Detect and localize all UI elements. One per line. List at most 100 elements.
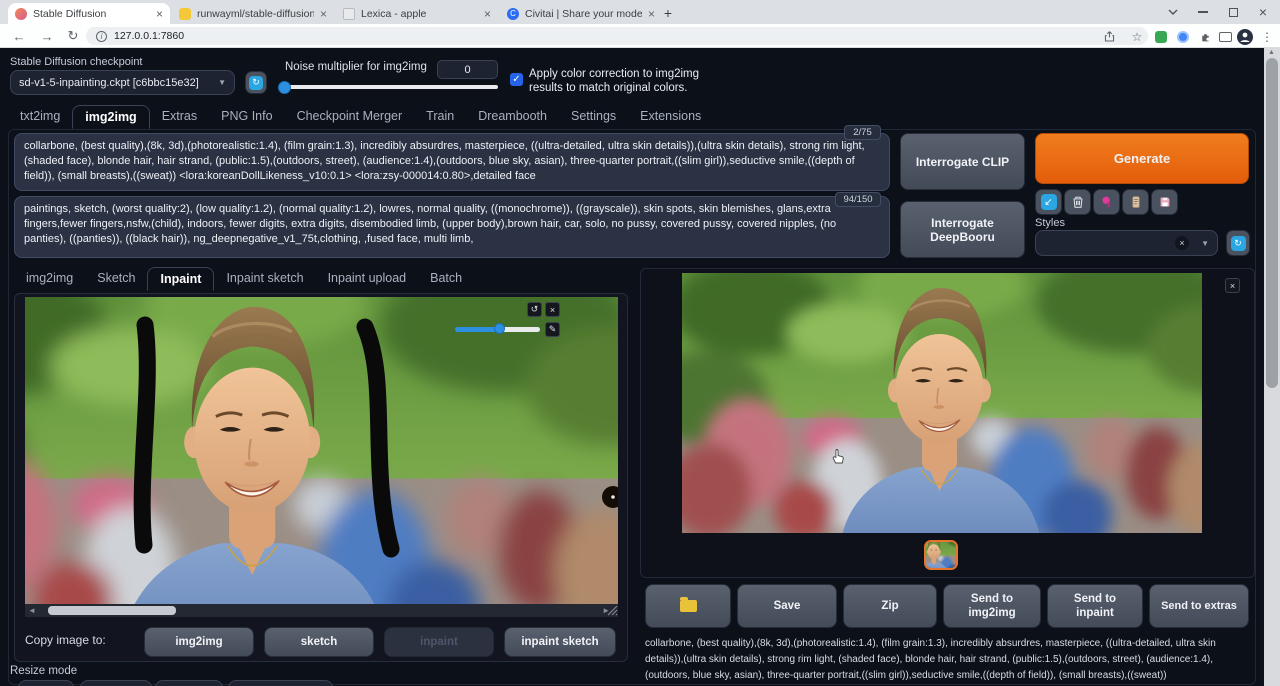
tab-img2img-mode[interactable]: img2img — [14, 267, 85, 290]
side-panel-icon[interactable] — [1216, 28, 1234, 45]
browser-tab-civitai[interactable]: C Civitai | Share your models × — [500, 3, 662, 24]
v-scroll-thumb[interactable] — [1266, 58, 1278, 388]
checkpoint-label: Stable Diffusion checkpoint — [10, 56, 143, 68]
refresh-styles-button[interactable]: ↻ — [1226, 230, 1250, 256]
tab-inpaint-upload[interactable]: Inpaint upload — [316, 267, 419, 290]
copy-to-inpaint-button: inpaint — [384, 627, 494, 657]
civitai-favicon: C — [507, 7, 519, 20]
copy-to-inpaint-sketch-button[interactable]: inpaint sketch — [504, 627, 616, 657]
clear-prompt-button[interactable] — [1064, 189, 1091, 215]
refresh-checkpoints-button[interactable]: ↻ — [245, 71, 267, 94]
resize-handle-icon[interactable] — [607, 605, 618, 616]
resize-option-1[interactable] — [18, 680, 74, 686]
site-info-icon[interactable]: i — [96, 30, 107, 42]
folder-icon — [679, 597, 697, 612]
noise-multiplier-slider[interactable] — [282, 85, 498, 89]
page-v-scrollbar[interactable]: ▲ — [1264, 48, 1280, 686]
minimize-icon[interactable] — [1188, 0, 1218, 24]
read-generation-parameters-button[interactable]: ↙ — [1035, 189, 1062, 215]
interrogate-deepbooru-button[interactable]: Interrogate DeepBooru — [900, 201, 1025, 258]
trash-icon — [1073, 196, 1082, 208]
zip-button[interactable]: Zip — [843, 584, 937, 628]
noise-slider-handle[interactable] — [278, 80, 291, 94]
thumbnail-image — [926, 542, 956, 568]
tab-train[interactable]: Train — [414, 105, 466, 128]
browser-tab-stable-diffusion[interactable]: Stable Diffusion × — [8, 3, 170, 24]
copy-to-sketch-button[interactable]: sketch — [264, 627, 374, 657]
send-to-inpaint-button[interactable]: Send to inpaint — [1047, 584, 1143, 628]
send-to-img2img-button[interactable]: Send to img2img — [943, 584, 1041, 628]
chevron-down-icon: ▼ — [218, 78, 226, 87]
tab-extras[interactable]: Extras — [150, 105, 209, 128]
brush-color-icon[interactable]: ✎ — [545, 322, 560, 337]
generate-button[interactable]: Generate — [1035, 133, 1249, 184]
scroll-left-icon[interactable]: ◄ — [28, 606, 36, 615]
refresh-icon: ↻ — [249, 75, 263, 90]
tab-search-chevron-icon[interactable] — [1158, 0, 1188, 24]
reload-icon[interactable]: ↻ — [64, 27, 82, 45]
forward-icon[interactable]: → — [38, 27, 56, 45]
extension-green-icon[interactable] — [1152, 28, 1170, 45]
resize-option-4[interactable] — [228, 680, 333, 686]
send-to-extras-button[interactable]: Send to extras — [1149, 584, 1249, 628]
clear-styles-icon[interactable]: × — [1175, 236, 1189, 250]
canvas-h-scrollbar[interactable]: ◄ ► — [25, 604, 618, 617]
tab-extensions[interactable]: Extensions — [628, 105, 713, 128]
tab-close-icon[interactable]: × — [648, 8, 655, 20]
tab-checkpoint-merger[interactable]: Checkpoint Merger — [285, 105, 415, 128]
tab-sketch[interactable]: Sketch — [85, 267, 147, 290]
browser-tab-lexica[interactable]: Lexica - apple × — [336, 3, 498, 24]
browser-tab-runwayml[interactable]: runwayml/stable-diffusion-inpai × — [172, 3, 334, 24]
h-scroll-thumb[interactable] — [48, 606, 176, 615]
new-tab-button[interactable]: + — [658, 4, 678, 22]
close-gallery-icon[interactable]: × — [1225, 278, 1240, 293]
save-button[interactable]: Save — [737, 584, 837, 628]
tab-dreambooth[interactable]: Dreambooth — [466, 105, 559, 128]
bookmark-star-icon[interactable]: ☆ — [1128, 28, 1146, 45]
browser-menu-icon[interactable]: ⋮ — [1258, 28, 1276, 45]
open-folder-button[interactable] — [645, 584, 731, 628]
resize-option-3[interactable] — [155, 680, 223, 686]
interrogate-clip-button[interactable]: Interrogate CLIP — [900, 133, 1025, 190]
profile-avatar[interactable] — [1236, 28, 1254, 45]
huggingface-favicon — [179, 7, 191, 20]
tab-png-info[interactable]: PNG Info — [209, 105, 284, 128]
tab-batch[interactable]: Batch — [418, 267, 474, 290]
clear-image-icon[interactable]: × — [545, 302, 560, 317]
copy-to-img2img-button[interactable]: img2img — [144, 627, 254, 657]
positive-prompt-textarea[interactable]: collarbone, (best quality),(8k, 3d),(pho… — [14, 133, 890, 191]
noise-multiplier-input[interactable]: 0 — [437, 60, 498, 79]
tab-inpaint-sketch[interactable]: Inpaint sketch — [214, 267, 315, 290]
address-bar[interactable]: i 127.0.0.1:7860 — [86, 27, 1148, 45]
tab-inpaint[interactable]: Inpaint — [147, 267, 215, 291]
maximize-icon[interactable] — [1218, 0, 1248, 24]
save-style-button[interactable] — [1151, 189, 1178, 215]
styles-dropdown[interactable]: × ▼ — [1035, 230, 1218, 256]
tab-close-icon[interactable]: × — [156, 8, 163, 20]
extensions-puzzle-icon[interactable] — [1196, 28, 1214, 45]
result-image[interactable] — [682, 273, 1202, 533]
back-icon[interactable]: ← — [10, 27, 28, 45]
tab-img2img[interactable]: img2img — [72, 105, 150, 129]
tab-title: Stable Diffusion — [33, 7, 107, 20]
negative-prompt-textarea[interactable]: paintings, sketch, (worst quality:2), (l… — [14, 196, 890, 258]
color-correction-checkbox[interactable]: ✓ — [510, 73, 523, 86]
apply-styles-button[interactable] — [1122, 189, 1149, 215]
extra-networks-button[interactable] — [1093, 189, 1120, 215]
checkpoint-dropdown[interactable]: sd-v1-5-inpainting.ckpt [c6bbc15e32] ▼ — [10, 70, 235, 95]
scroll-up-icon[interactable]: ▲ — [1268, 49, 1275, 56]
tab-close-icon[interactable]: × — [320, 8, 327, 20]
resize-option-2[interactable] — [80, 680, 152, 686]
brush-size-handle[interactable] — [494, 323, 505, 334]
tab-title: runwayml/stable-diffusion-inpai — [197, 7, 314, 20]
tab-close-icon[interactable]: × — [484, 8, 491, 20]
tab-txt2img[interactable]: txt2img — [8, 105, 72, 128]
extension-blue-icon[interactable] — [1174, 28, 1192, 45]
gallery-thumbnail-selected[interactable] — [924, 540, 958, 570]
mouse-cursor-hand — [832, 449, 844, 464]
share-icon[interactable] — [1100, 28, 1118, 45]
tab-settings[interactable]: Settings — [559, 105, 628, 128]
undo-icon[interactable]: ↺ — [527, 302, 542, 317]
close-window-icon[interactable]: × — [1248, 0, 1278, 24]
chevron-down-icon: ▼ — [1201, 239, 1209, 248]
